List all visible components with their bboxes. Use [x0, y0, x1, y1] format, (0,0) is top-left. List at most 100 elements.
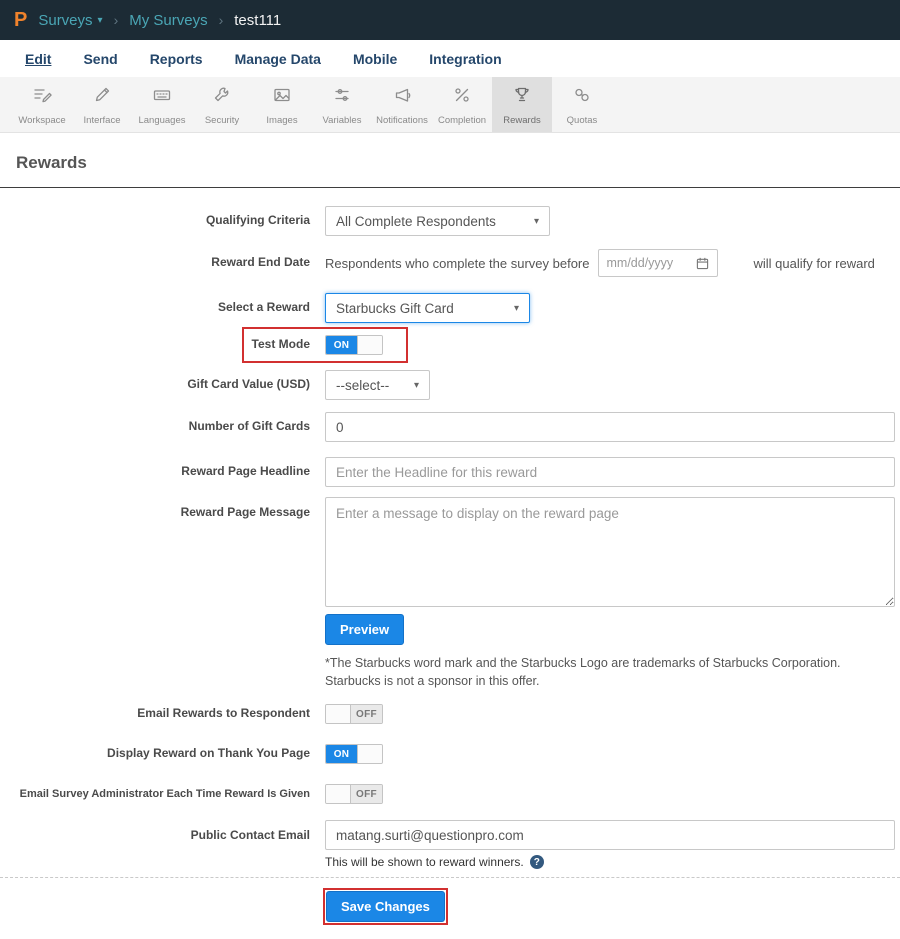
qualifying-criteria-label: Qualifying Criteria: [205, 213, 310, 228]
chevron-down-icon: ▾: [513, 302, 519, 314]
display-reward-toggle[interactable]: ON: [325, 744, 383, 764]
variables-icon: [331, 85, 353, 110]
toggle-knob: [326, 785, 351, 803]
public-contact-email-input[interactable]: [325, 820, 895, 850]
form-row-reward-end-date: Reward End Date Respondents who complete…: [0, 249, 900, 277]
toolbar-item-label: Variables: [322, 115, 362, 126]
number-of-gift-cards-label: Number of Gift Cards: [188, 419, 310, 434]
toolbar-item-notifications[interactable]: Notifications: [372, 77, 432, 132]
chevron-down-icon: ▾: [533, 215, 539, 227]
starbucks-disclaimer-text: *The Starbucks word mark and the Starbuc…: [325, 656, 841, 688]
breadcrumb-surveys-label: Surveys: [38, 11, 93, 29]
email-admin-toggle[interactable]: OFF: [325, 784, 383, 804]
breadcrumb-surveys-dropdown[interactable]: Surveys ▾: [38, 12, 102, 29]
toggle-state-label: ON: [326, 336, 357, 354]
breadcrumb-my-surveys[interactable]: My Surveys: [129, 12, 207, 29]
toggle-knob: [326, 705, 351, 723]
interface-icon: [91, 85, 113, 110]
qualifying-criteria-value: All Complete Respondents: [336, 213, 496, 229]
toolbar-item-label: Interface: [83, 115, 121, 126]
security-icon: [211, 85, 233, 110]
annotation-box-save-changes: Save Changes: [323, 888, 448, 925]
select-reward-select[interactable]: Starbucks Gift Card ▾: [325, 293, 530, 323]
help-icon[interactable]: ?: [529, 855, 544, 869]
toggle-state-label: OFF: [351, 705, 382, 723]
toolbar-item-languages[interactable]: Languages: [132, 77, 192, 132]
gift-card-value-value: --select--: [336, 377, 390, 393]
rewards-form: Qualifying Criteria All Complete Respond…: [0, 188, 900, 869]
toolbar-item-images[interactable]: Images: [252, 77, 312, 132]
toolbar-item-security[interactable]: Security: [192, 77, 252, 132]
images-icon: [271, 85, 293, 110]
toolbar-item-label: Completion: [437, 115, 487, 126]
select-reward-label: Select a Reward: [217, 300, 310, 315]
form-row-email-rewards: Email Rewards to Respondent OFF: [0, 704, 900, 724]
toolbar-item-quotas[interactable]: Quotas: [552, 77, 612, 132]
toolbar-item-label: Security: [204, 115, 240, 126]
display-reward-label: Display Reward on Thank You Page: [107, 746, 310, 761]
toolbar-item-interface[interactable]: Interface: [72, 77, 132, 132]
number-of-gift-cards-input[interactable]: [325, 412, 895, 442]
gift-card-value-label: Gift Card Value (USD): [187, 377, 310, 392]
toggle-state-label: ON: [326, 745, 357, 763]
form-row-display-reward: Display Reward on Thank You Page ON: [0, 744, 900, 764]
rewards-trophy-icon: [511, 85, 533, 110]
reward-end-date-suffix-text: will qualify for reward: [753, 255, 875, 271]
reward-end-date-input[interactable]: mm/dd/yyyy: [597, 249, 718, 277]
topbar: P Surveys ▾ › My Surveys › test111: [0, 0, 900, 40]
save-changes-button[interactable]: Save Changes: [326, 891, 445, 922]
menu-item-mobile[interactable]: Mobile: [353, 51, 397, 67]
form-row-gift-card-value: Gift Card Value (USD) --select-- ▾: [0, 370, 900, 400]
toolbar-item-completion[interactable]: Completion: [432, 77, 492, 132]
reward-page-message-label: Reward Page Message: [180, 505, 310, 519]
preview-button[interactable]: Preview: [325, 614, 405, 645]
reward-page-headline-input[interactable]: [325, 457, 895, 487]
toggle-knob: [357, 745, 382, 763]
toggle-knob: [357, 336, 382, 354]
main-menu: Edit Send Reports Manage Data Mobile Int…: [0, 40, 900, 77]
toolbar-item-label: Languages: [138, 115, 186, 126]
toolbar-item-variables[interactable]: Variables: [312, 77, 372, 132]
menu-item-manage-data[interactable]: Manage Data: [235, 51, 321, 67]
menu-item-send[interactable]: Send: [83, 51, 117, 67]
breadcrumb-survey-name: test111: [234, 11, 282, 29]
reward-page-message-textarea[interactable]: [325, 497, 895, 607]
form-row-qualifying-criteria: Qualifying Criteria All Complete Respond…: [0, 206, 900, 236]
breadcrumb-separator-icon: ›: [113, 12, 119, 28]
toolbar-item-label: Images: [266, 115, 298, 126]
toolbar-item-workspace[interactable]: Workspace: [12, 77, 72, 132]
public-contact-email-label: Public Contact Email: [190, 828, 310, 842]
toolbar-item-label: Workspace: [18, 115, 66, 126]
languages-icon: [151, 85, 173, 110]
gift-card-value-select[interactable]: --select-- ▾: [325, 370, 430, 400]
form-row-test-mode: Test Mode ON: [0, 327, 900, 363]
menu-item-reports[interactable]: Reports: [150, 51, 203, 67]
breadcrumb-my-surveys-label: My Surveys: [129, 11, 208, 29]
test-mode-toggle[interactable]: ON: [325, 335, 383, 355]
bottom-divider: [0, 877, 900, 878]
form-row-reward-page-message: Reward Page Message: [0, 497, 900, 607]
form-row-number-of-gift-cards: Number of Gift Cards: [0, 412, 900, 442]
toolbar-item-label: Notifications: [376, 115, 428, 126]
toolbar-item-label: Quotas: [566, 115, 598, 126]
select-reward-value: Starbucks Gift Card: [336, 300, 454, 316]
test-mode-label: Test Mode: [251, 337, 310, 352]
toolbar-item-rewards[interactable]: Rewards: [492, 77, 552, 132]
quotas-icon: [571, 85, 593, 110]
form-row-reward-page-headline: Reward Page Headline: [0, 457, 900, 487]
workspace-icon: [31, 85, 53, 110]
email-rewards-toggle[interactable]: OFF: [325, 704, 383, 724]
questionpro-logo-icon[interactable]: P: [14, 10, 27, 30]
notifications-icon: [391, 85, 413, 110]
email-rewards-label: Email Rewards to Respondent: [137, 706, 310, 721]
menu-item-integration[interactable]: Integration: [429, 51, 501, 67]
caret-down-icon: ▾: [97, 14, 103, 26]
qualifying-criteria-select[interactable]: All Complete Respondents ▾: [325, 206, 550, 236]
settings-toolbar: Workspace Interface Languages Security I…: [0, 77, 900, 133]
calendar-icon: [696, 257, 708, 269]
form-row-disclaimer: *The Starbucks word mark and the Starbuc…: [0, 655, 900, 690]
reward-page-headline-label: Reward Page Headline: [181, 464, 310, 479]
save-area: Save Changes: [323, 888, 900, 939]
menu-item-edit[interactable]: Edit: [25, 51, 51, 67]
chevron-down-icon: ▾: [413, 379, 419, 391]
